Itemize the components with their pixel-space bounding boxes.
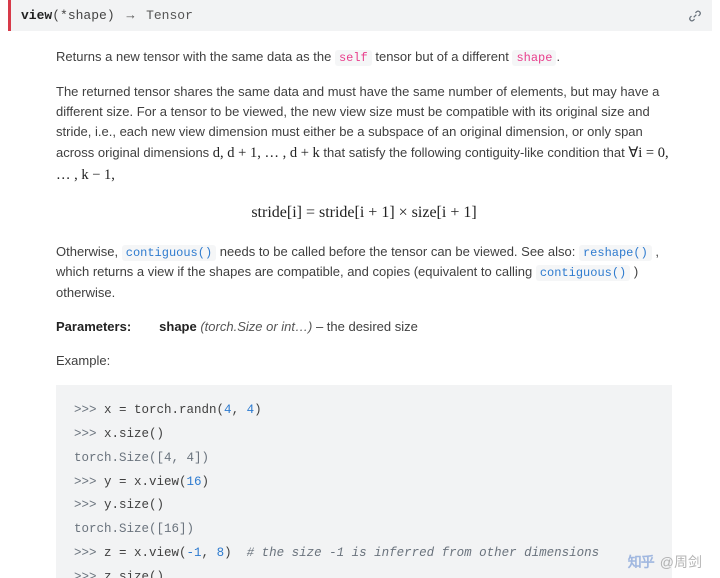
code-text: z.size() [104,570,164,578]
code-contiguous[interactable]: contiguous() [122,245,216,261]
param-type: (torch.Size or int…) [197,319,313,334]
repl-prompt: >>> [74,546,104,560]
code-text: x = torch.randn( [104,403,224,417]
code-contiguous-2[interactable]: contiguous() [536,265,630,281]
fn-name: view [21,8,52,23]
repl-prompt: >>> [74,403,104,417]
code-text: ) [224,546,247,560]
code-num: 4 [224,403,232,417]
doc-page: view(*shape) → Tensor Returns a new tens… [0,0,720,578]
parameters-row: Parameters: shape (torch.Size or int…) –… [56,317,672,337]
code-num: -1 [187,546,202,560]
parameters-label: Parameters: [56,317,131,337]
code-text: , [202,546,217,560]
code-reshape[interactable]: reshape() [579,245,652,261]
code-num: 16 [187,475,202,489]
code-text: z = x.view( [104,546,187,560]
code-example: >>> x = torch.randn(4, 4) >>> x.size() t… [56,385,672,578]
signature-block: view(*shape) → Tensor [8,0,712,31]
code-text: ) [254,403,262,417]
code-shape: shape [512,50,556,66]
code-text: ) [202,475,210,489]
code-text: , [232,403,247,417]
repl-prompt: >>> [74,427,104,441]
signature-text: view(*shape) → Tensor [21,8,688,23]
code-self: self [335,50,372,66]
code-output: torch.Size([4, 4]) [74,451,209,465]
text: that satisfy the following contiguity-li… [320,145,629,160]
example-label: Example: [56,351,672,371]
para-otherwise: Otherwise, contiguous() needs to be call… [56,242,672,303]
text: tensor but of a different [372,49,513,64]
code-num: 8 [217,546,225,560]
code-comment: # the size -1 is inferred from other dim… [247,546,600,560]
parameters-value: shape (torch.Size or int…) – the desired… [159,317,418,337]
para-returns: Returns a new tensor with the same data … [56,47,672,68]
repl-prompt: >>> [74,475,104,489]
repl-prompt: >>> [74,498,104,512]
text: needs to be called before the tensor can… [216,244,579,259]
code-num: 4 [247,403,255,417]
para-desc: The returned tensor shares the same data… [56,82,672,187]
permalink-icon[interactable] [688,9,702,23]
return-type: Tensor [146,8,193,23]
fn-params: (*shape) [52,8,114,23]
code-text: y.size() [104,498,164,512]
text: Otherwise, [56,244,122,259]
text: Returns a new tensor with the same data … [56,49,335,64]
doc-body: Returns a new tensor with the same data … [8,47,712,578]
math-dims: d, d + 1, … , d + k [213,145,320,161]
code-text: x.size() [104,427,164,441]
arrow-icon: → [126,8,134,23]
param-name: shape [159,319,197,334]
repl-prompt: >>> [74,570,104,578]
code-text: y = x.view( [104,475,187,489]
math-block-stride: stride[i] = stride[i + 1] × size[i + 1] [56,201,672,226]
code-output: torch.Size([16]) [74,522,194,536]
text: . [556,49,560,64]
param-desc: – the desired size [312,319,418,334]
